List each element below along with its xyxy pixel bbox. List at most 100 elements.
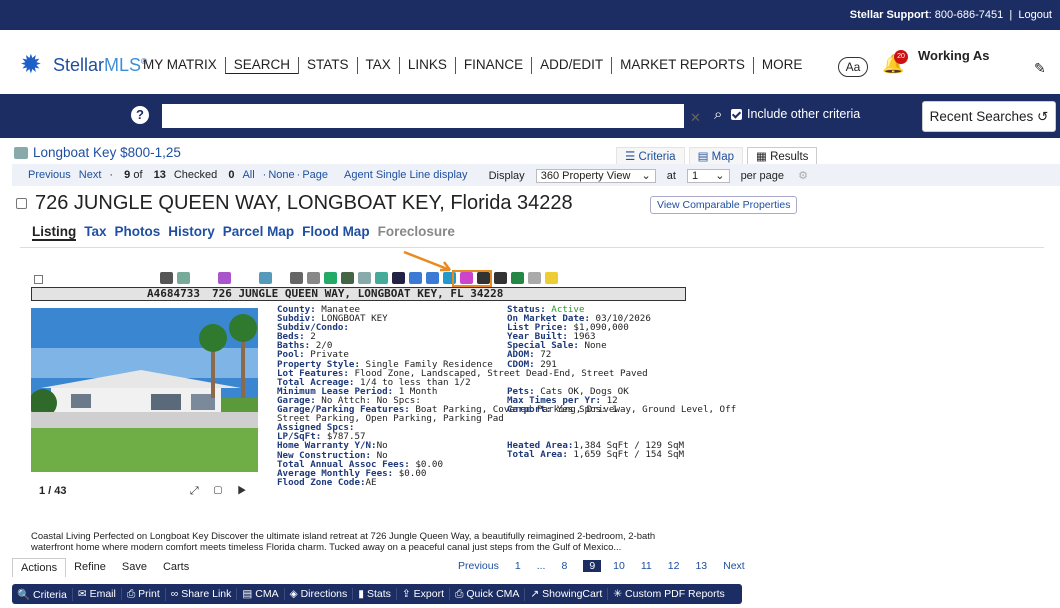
- notifications-bell-icon[interactable]: 🔔 20: [882, 50, 908, 76]
- export-action-button[interactable]: ⇪ Export: [397, 588, 450, 600]
- virtual-tour-icon[interactable]: [218, 272, 231, 284]
- font-size-button[interactable]: Aa: [838, 57, 868, 77]
- globe-icon[interactable]: [375, 272, 388, 284]
- search-input[interactable]: [162, 104, 684, 128]
- logout-link[interactable]: Logout: [1018, 9, 1052, 21]
- tab-history[interactable]: History: [168, 224, 215, 241]
- showingcart-icon: ↗: [530, 588, 540, 600]
- page-size-select[interactable]: 1 ⌄: [686, 168, 730, 183]
- fullscreen-icon[interactable]: ⤢: [190, 485, 205, 497]
- display-select[interactable]: 360 Property View ⌄: [535, 168, 656, 183]
- cma-action-button[interactable]: ▤ CMA: [237, 588, 285, 600]
- page-next[interactable]: Next: [723, 560, 745, 572]
- tab-carts[interactable]: Carts: [155, 558, 197, 576]
- page-previous[interactable]: Previous: [458, 560, 499, 572]
- next-photo-icon[interactable]: ▶: [237, 485, 252, 497]
- listing-select-checkbox[interactable]: [16, 198, 27, 209]
- tab-photos[interactable]: Photos: [115, 224, 161, 241]
- help-icon[interactable]: ?: [131, 106, 149, 124]
- criteria-action-button[interactable]: 🔍 Criteria: [12, 587, 73, 601]
- agent-icon[interactable]: [511, 272, 524, 284]
- house-photo-image: [31, 308, 258, 472]
- search-icon[interactable]: ⌕: [714, 106, 722, 123]
- row-checkbox[interactable]: [34, 275, 43, 284]
- nav-finance[interactable]: FINANCE: [454, 57, 531, 74]
- attachment-icon[interactable]: [307, 272, 320, 284]
- select-none-link[interactable]: None: [268, 169, 294, 181]
- map-view-button[interactable]: ▤ Map: [688, 147, 744, 165]
- tab-flood-map[interactable]: Flood Map: [302, 224, 370, 241]
- agent-single-line-link[interactable]: Agent Single Line display: [344, 169, 468, 181]
- saved-search-name: Longboat Key $800-1,25: [33, 145, 181, 160]
- nav-more[interactable]: MORE: [752, 57, 811, 74]
- ruler-icon[interactable]: [341, 272, 354, 284]
- view-comparable-properties-button[interactable]: View Comparable Properties: [650, 196, 798, 214]
- tab-foreclosure[interactable]: Foreclosure: [378, 224, 455, 241]
- print-action-button[interactable]: ⎙ Print: [122, 587, 166, 601]
- showingcart-action-button[interactable]: ↗ ShowingCart: [525, 588, 609, 600]
- custom-pdf-reports-action-button[interactable]: ✳ Custom PDF Reports: [608, 588, 730, 600]
- email-action-button[interactable]: ✉ Email: [73, 588, 122, 600]
- listing-title: 726 JUNGLE QUEEN WAY, LONGBOAT KEY, Flor…: [16, 192, 573, 215]
- pin-icon[interactable]: ✎: [1034, 60, 1046, 77]
- nav-links[interactable]: LINKS: [398, 57, 455, 74]
- nav-add-edit[interactable]: ADD/EDIT: [531, 57, 611, 74]
- recent-searches-button[interactable]: Recent Searches ↺: [922, 101, 1056, 132]
- criteria-view-button[interactable]: ☰ Criteria: [616, 147, 685, 165]
- nav-stats[interactable]: STATS: [298, 57, 357, 74]
- quick-cma-action-button[interactable]: ⎙ Quick CMA: [450, 587, 526, 601]
- select-page-link[interactable]: Page: [302, 169, 328, 181]
- page-link[interactable]: 11: [641, 560, 652, 572]
- saved-search-title[interactable]: Longboat Key $800-1,25: [14, 145, 181, 160]
- house-icon[interactable]: [259, 272, 272, 284]
- tab-parcel-map[interactable]: Parcel Map: [223, 224, 294, 241]
- next-link[interactable]: Next: [79, 169, 102, 181]
- camera-icon[interactable]: [160, 272, 173, 284]
- previous-link[interactable]: Previous: [28, 169, 71, 181]
- tab-actions[interactable]: Actions: [12, 557, 67, 577]
- page-link[interactable]: 1: [515, 560, 521, 572]
- field-row: Flood Zone Code:AE: [277, 478, 736, 487]
- results-view-button[interactable]: ▦ Results: [747, 147, 818, 165]
- field-value: 291: [540, 358, 557, 370]
- history-icon: ↺: [1037, 109, 1049, 124]
- page-current[interactable]: 9: [583, 560, 602, 572]
- gallery-icon[interactable]: [358, 272, 371, 284]
- photo-nav: ⤢ ▢ ▶: [190, 485, 252, 498]
- field-label: Flood Zone Code:: [277, 476, 366, 488]
- page-link[interactable]: 10: [613, 560, 625, 572]
- select-all-link[interactable]: All: [242, 169, 254, 181]
- page-link[interactable]: 13: [695, 560, 707, 572]
- nav-tax[interactable]: TAX: [356, 57, 399, 74]
- support-phone: : 800-686-7451: [928, 9, 1004, 21]
- settings-gear-icon[interactable]: ⚙: [798, 170, 808, 182]
- nav-my-matrix[interactable]: MY MATRIX: [143, 57, 225, 74]
- td-icon[interactable]: [494, 272, 507, 284]
- photo-icon[interactable]: [177, 272, 190, 284]
- tab-tax[interactable]: Tax: [84, 224, 106, 241]
- bottom-pagination: Previous 1 ... 8 9 10 11 12 13 Next: [458, 560, 761, 572]
- directions-action-button[interactable]: ◈ Directions: [285, 588, 354, 600]
- listing-photo[interactable]: [31, 308, 258, 472]
- document-icon[interactable]: [290, 272, 303, 284]
- page-link[interactable]: 12: [668, 560, 680, 572]
- quick-cma-icon: ⎙: [455, 587, 464, 600]
- nav-search[interactable]: SEARCH: [224, 57, 299, 74]
- tab-refine[interactable]: Refine: [66, 558, 114, 576]
- sparkle-icon[interactable]: [545, 272, 558, 284]
- action-label: Print: [138, 587, 160, 600]
- tab-save[interactable]: Save: [114, 558, 155, 576]
- page-link[interactable]: 8: [561, 560, 567, 572]
- stellar-logo[interactable]: ✹ StellarMLS®: [20, 51, 147, 78]
- clear-search-icon[interactable]: ✕: [690, 110, 701, 126]
- gallery-icon[interactable]: ▢: [214, 485, 228, 497]
- home-value-icon[interactable]: [528, 272, 541, 284]
- include-other-criteria-checkbox[interactable]: Include other criteria: [731, 107, 860, 121]
- link-icon: ∞: [170, 588, 179, 600]
- share-link-action-button[interactable]: ∞ Share Link: [166, 588, 238, 600]
- working-as-label[interactable]: Working As: [918, 48, 990, 63]
- stats-action-button[interactable]: ▮ Stats: [353, 588, 397, 600]
- nav-market-reports[interactable]: MARKET REPORTS: [611, 57, 753, 74]
- add-icon[interactable]: [324, 272, 337, 284]
- tab-listing[interactable]: Listing: [32, 224, 77, 241]
